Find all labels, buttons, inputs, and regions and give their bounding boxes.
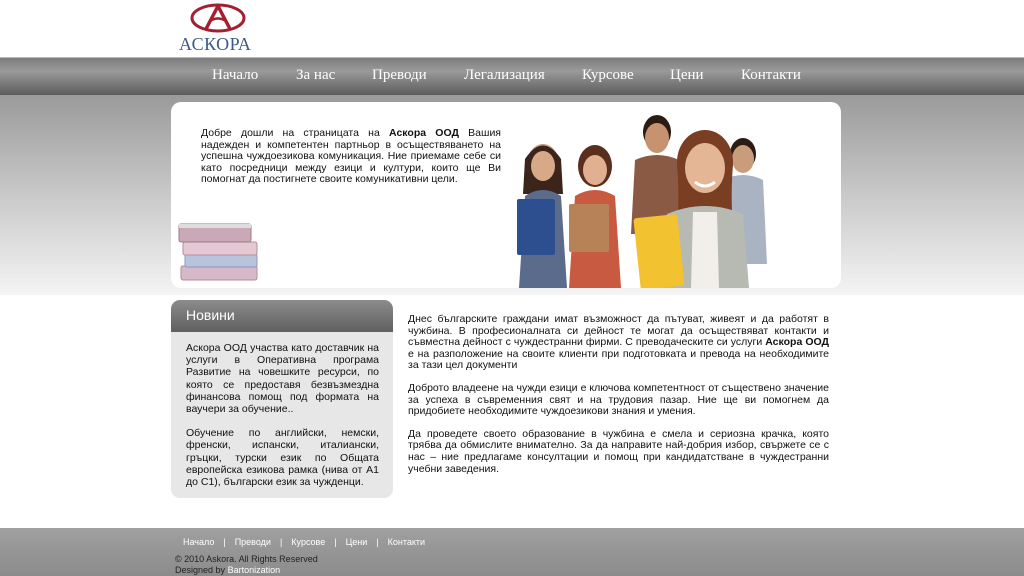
footer: Начало | Преводи | Курсове | Цени | Контакти © 2… [0, 528, 1024, 576]
copyright-text: © 2010 Askora. All Rights Reserved [175, 554, 318, 564]
main-p1-end: е на разположение на своите клиенти при … [408, 347, 829, 372]
books-illustration [178, 223, 258, 281]
designer-link[interactable]: Bartonization [228, 565, 281, 575]
news-title: Новини [186, 307, 235, 323]
designed-by-label: Designed by [175, 565, 226, 575]
nav-item-about[interactable]: За нас [296, 67, 335, 84]
footer-separator: | [223, 537, 226, 547]
main-p1-company: Аскора ООД [765, 336, 829, 349]
hero-company-name: Аскора ООД [389, 127, 459, 139]
nav-item-home[interactable]: Начало [212, 67, 258, 84]
main-navigation: Начало За нас Преводи Легализация Курсов… [0, 57, 1024, 95]
designed-by: Designed by Bartonization [175, 565, 280, 575]
nav-item-contacts[interactable]: Контакти [741, 67, 801, 84]
students-photo [517, 115, 767, 288]
logo-emblem-icon [190, 3, 246, 33]
main-paragraph-2: Доброто владеене на чужди езици е ключов… [408, 381, 829, 418]
footer-link-courses[interactable]: Курсове [291, 537, 325, 547]
logo[interactable]: АСКОРА [176, 2, 260, 54]
main-paragraph-1: Днес българските граждани имат възможнос… [408, 313, 829, 372]
hero-banner: Добре дошли на страницата на Аскора ООД … [171, 102, 841, 288]
news-item-2: Обучение по английски, немски, френски, … [186, 427, 379, 489]
hero-text-start: Добре дошли на страницата на [201, 127, 390, 139]
logo-text: АСКОРА [179, 34, 252, 54]
footer-separator: | [279, 537, 283, 547]
nav-list: Начало За нас Преводи Легализация Курсов… [0, 58, 1024, 96]
nav-item-courses[interactable]: Курсове [582, 67, 634, 84]
news-panel: Новини Аскора ООД участва като доставчик… [171, 300, 393, 498]
main-content: Днес българските граждани имат възможнос… [408, 313, 829, 486]
news-body: Аскора ООД участва като доставчик на усл… [186, 342, 379, 498]
footer-separator: | [376, 537, 379, 547]
footer-link-translations[interactable]: Преводи [235, 537, 271, 547]
hero-welcome-text: Добре дошли на страницата на Аскора ООД … [201, 127, 501, 186]
footer-link-home[interactable]: Начало [183, 537, 214, 547]
footer-separator: | [334, 537, 337, 547]
nav-item-prices[interactable]: Цени [670, 67, 704, 84]
footer-link-contacts[interactable]: Контакти [388, 537, 425, 547]
footer-link-prices[interactable]: Цени [346, 537, 368, 547]
main-paragraph-3: Да проведете своето образование в чужбин… [408, 427, 829, 475]
nav-item-legalization[interactable]: Легализация [464, 67, 545, 84]
news-header: Новини [171, 300, 393, 332]
footer-links: Начало | Преводи | Курсове | Цени | Контакти [183, 537, 425, 547]
nav-item-translations[interactable]: Преводи [372, 67, 427, 84]
header: АСКОРА [0, 0, 1024, 57]
news-item-1[interactable]: Аскора ООД участва като доставчик на усл… [186, 342, 379, 415]
